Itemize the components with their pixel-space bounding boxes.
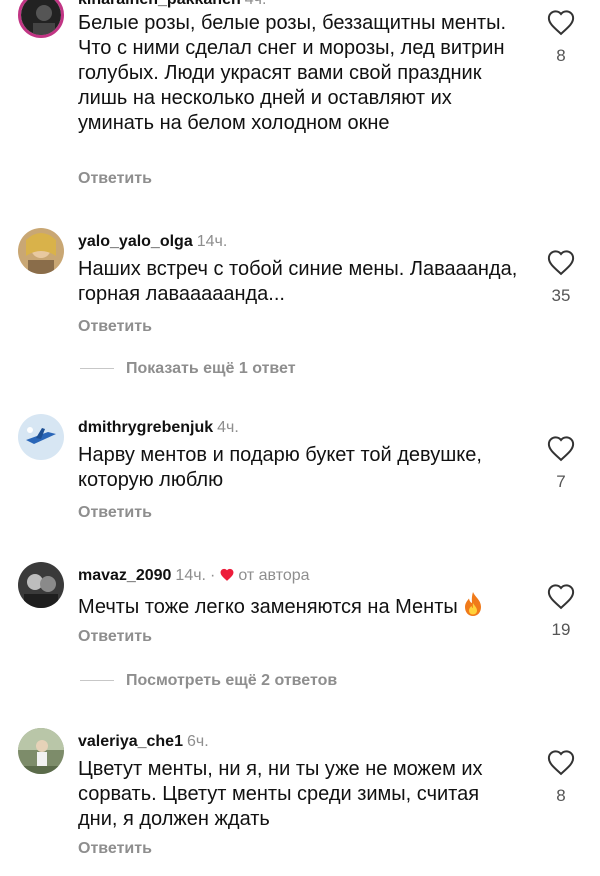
reply-button[interactable]: Ответить [78,504,152,522]
timestamp: 6ч. [186,733,209,750]
username[interactable]: kinaralnen_pakkanen [78,0,241,8]
comment-header: kinaralnen_pakkanen 4ч. [78,0,266,10]
heart-filled-icon [220,568,234,581]
avatar[interactable] [18,414,64,460]
like-count: 19 [551,620,571,639]
like-count: 8 [556,46,566,65]
like-count: 35 [551,286,571,305]
heart-icon [547,10,575,36]
comment-text: Нарву ментов и подарю букет той девушке,… [78,444,482,491]
username[interactable]: dmithrygrebenjuk [78,419,213,436]
comment-header: mavaz_2090 14ч. · от автора [78,566,310,586]
comment-text-content: Мечты тоже легко заменяются на Менты [78,596,458,618]
heart-icon [547,250,575,276]
timestamp: 4ч. [245,0,267,8]
like-button[interactable] [546,8,576,36]
author-tag: от автора [238,567,310,584]
username[interactable]: yalo_yalo_olga [78,233,193,250]
comment-header: dmithrygrebenjuk 4ч. [78,418,239,438]
avatar[interactable] [18,562,64,608]
timestamp: 14ч. [175,567,206,584]
avatar[interactable] [18,728,64,774]
reply-button[interactable]: Ответить [78,318,152,336]
like-button[interactable] [546,248,576,276]
heart-icon [547,436,575,462]
comment-header: valeriya_che1 6ч. [78,732,209,752]
divider [80,680,114,682]
heart-icon [547,750,575,776]
avatar[interactable] [18,228,64,274]
username[interactable]: valeriya_che1 [78,733,183,750]
comment-text: Цветут менты, ни я, ни ты уже не можем и… [78,758,483,830]
avatar[interactable] [18,0,64,38]
reply-button[interactable]: Ответить [78,840,152,858]
show-more-label: Показать ещё 1 ответ [126,360,296,377]
timestamp: 14ч. [196,233,228,250]
comment-text: Белые розы, белые розы, беззащитны менты… [78,12,507,134]
show-more-label: Посмотреть ещё 2 ответов [126,672,338,689]
heart-icon [547,584,575,610]
like-count: 7 [556,472,566,491]
fire-icon [464,592,481,616]
reply-button[interactable]: Ответить [78,170,152,188]
username[interactable]: mavaz_2090 [78,567,171,584]
like-count: 8 [556,786,566,805]
reply-button[interactable]: Ответить [78,628,152,646]
comment-text: Наших встреч с тобой синие мены. Лавааан… [78,258,518,305]
comment-header: yalo_yalo_olga 14ч. [78,232,227,252]
show-more-replies[interactable]: Посмотреть ещё 2 ответов [80,672,337,692]
comment-text: Мечты тоже легко заменяются на Менты [78,591,518,620]
separator-dot: · [210,567,216,584]
like-button[interactable] [546,582,576,610]
like-button[interactable] [546,748,576,776]
divider [80,368,114,370]
timestamp: 4ч. [217,419,239,436]
like-button[interactable] [546,434,576,462]
show-more-replies[interactable]: Показать ещё 1 ответ [80,360,296,380]
